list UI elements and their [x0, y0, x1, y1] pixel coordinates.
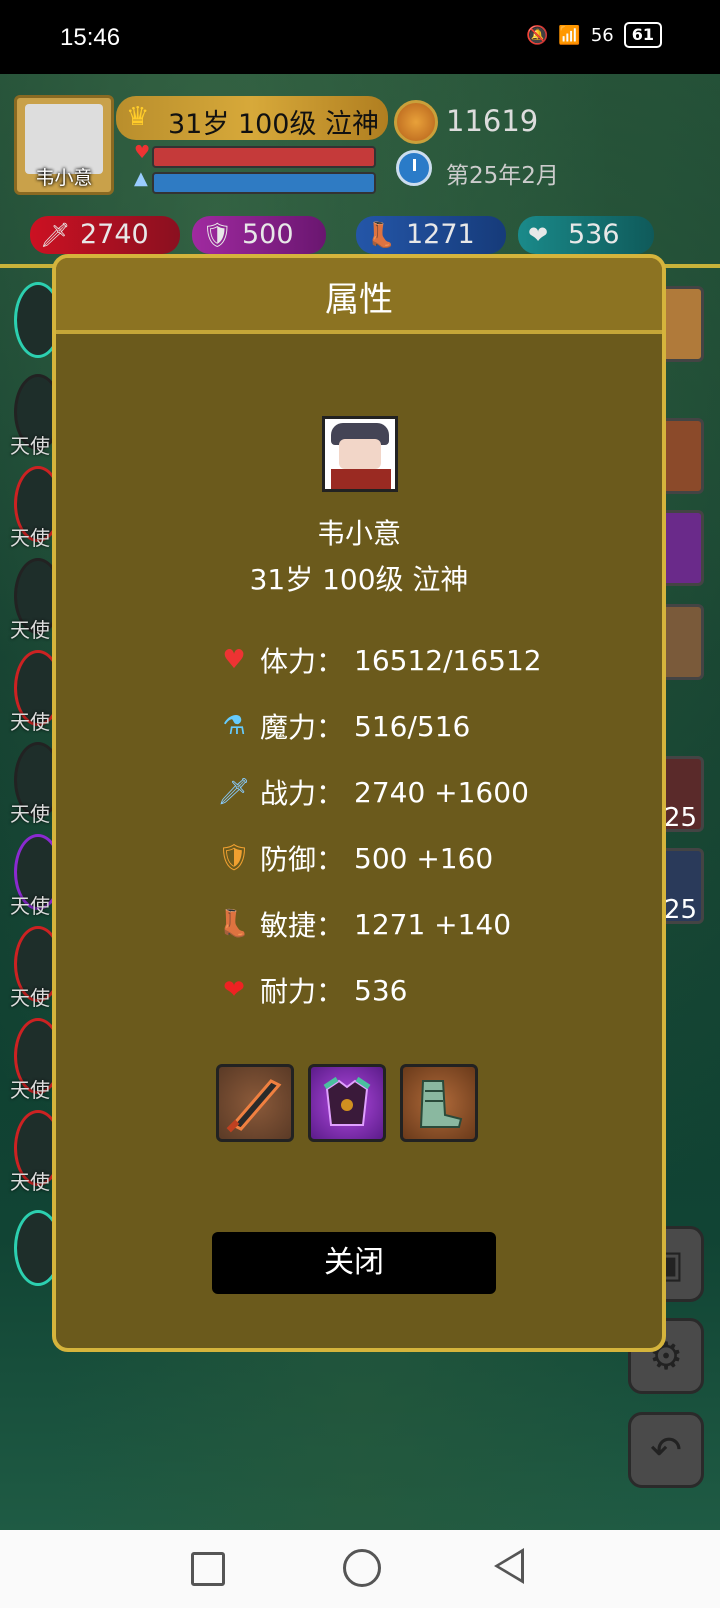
heart-icon: ♥ — [134, 142, 151, 163]
dialog-header: 属性 — [56, 258, 662, 334]
hp-bar — [152, 146, 376, 168]
game-date: 第25年2月 — [446, 163, 559, 189]
attr-label: 战力： — [260, 777, 345, 810]
attr-label: 防御： — [260, 843, 345, 876]
attr-row-mp: ⚗ 魔力： 516/516 — [216, 706, 470, 746]
gold-value: 11619 — [446, 104, 539, 138]
attr-label: 敏捷： — [260, 909, 345, 942]
level-info: 31岁 100级 泣神 — [168, 109, 380, 140]
armor-equip-icon[interactable] — [308, 1064, 386, 1142]
angel-label: 天使 — [10, 802, 50, 826]
avatar-name: 韦小意 — [35, 167, 93, 189]
attr-row-endurance: ❤ 耐力： 536 — [216, 970, 407, 1010]
status-time: 15:46 — [60, 24, 121, 51]
angel-label: 天使 — [10, 710, 50, 734]
angel-label: 天使 — [10, 434, 50, 458]
agility-value: 1271 — [406, 219, 475, 250]
crown-icon: ♛ — [126, 102, 150, 132]
endurance-value: 536 — [568, 219, 620, 250]
sword-equip-icon[interactable] — [216, 1064, 294, 1142]
portrait-head — [339, 439, 381, 469]
attr-value: 16512/16512 — [354, 643, 542, 677]
attr-value: 516/516 — [354, 709, 471, 743]
defense-pill: 🛡 500 — [192, 216, 326, 254]
sword-icon: 🗡 — [217, 777, 251, 807]
angel-label: 天使 — [10, 894, 50, 918]
attr-row-hp: ♥ 体力： 16512/16512 — [216, 640, 542, 680]
clock-icon — [396, 150, 432, 186]
attr-row-defense: 🛡 防御： 500 +160 — [216, 838, 493, 878]
boot-icon: 👢 — [366, 221, 396, 249]
defense-value: 500 — [242, 219, 294, 250]
endurance-pill: ❤ 536 — [518, 216, 654, 254]
boot-icon: 👢 — [217, 909, 251, 939]
shield-icon: 🛡 — [217, 843, 251, 873]
home-icon[interactable] — [343, 1549, 381, 1587]
attr-label: 魔力： — [260, 711, 345, 744]
angel-label: 天使 — [10, 1170, 50, 1194]
back-icon[interactable] — [494, 1548, 524, 1584]
attack-value: 2740 — [80, 219, 149, 250]
angel-label: 天使 — [10, 618, 50, 642]
attr-value: 500 +160 — [354, 841, 494, 875]
attr-value: 536 — [354, 973, 408, 1007]
attribute-dialog: 属性 韦小意 31岁 100级 泣神 ♥ 体力： 16512/16512 ⚗ 魔… — [52, 254, 666, 1352]
attr-label: 耐力： — [260, 975, 345, 1008]
recent-apps-icon[interactable] — [191, 1552, 225, 1586]
sword-icon: 🗡 — [40, 221, 71, 249]
mana-icon: ▲ — [134, 168, 148, 189]
character-portrait — [322, 416, 398, 492]
agility-pill: 👢 1271 — [356, 216, 506, 254]
heart-plus-icon: ❤ — [528, 221, 549, 249]
heart-plus-icon: ❤ — [223, 975, 245, 1005]
attr-value: 2740 +1600 — [354, 775, 529, 809]
angel-label: 天使 — [10, 1078, 50, 1102]
heart-icon: ♥ — [222, 645, 246, 675]
battery-icon: 61 — [623, 22, 662, 48]
shield-icon: 🛡 — [202, 221, 233, 249]
undo-icon[interactable]: ↶ — [628, 1412, 704, 1488]
character-name: 韦小意 — [316, 517, 401, 550]
character-level: 31岁 100级 泣神 — [249, 563, 469, 596]
coin-icon — [394, 100, 438, 144]
mp-bar — [152, 172, 376, 194]
dialog-title: 属性 — [325, 280, 393, 320]
attr-value: 1271 +140 — [354, 907, 512, 941]
attr-row-agility: 👢 敏捷： 1271 +140 — [216, 904, 511, 944]
mana-potion-icon: ⚗ — [222, 711, 246, 741]
network-label: 56 — [590, 24, 614, 46]
attack-pill: 🗡 2740 — [30, 216, 180, 254]
wifi-icon: 📶 — [558, 24, 581, 46]
angel-label: 天使 — [10, 526, 50, 550]
player-avatar[interactable]: 韦小意 — [14, 95, 114, 195]
level-banner: ♛ 31岁 100级 泣神 — [116, 96, 388, 140]
attr-row-attack: 🗡 战力： 2740 +1600 — [216, 772, 529, 812]
attr-label: 体力： — [260, 645, 345, 678]
mute-icon: 🔕 — [525, 24, 549, 46]
angel-label: 天使 — [10, 986, 50, 1010]
nav-bar — [0, 1530, 720, 1608]
status-icons: 🔕 📶 56 61 — [526, 22, 662, 48]
portrait-body — [331, 469, 391, 489]
boots-equip-icon[interactable] — [400, 1064, 478, 1142]
status-bar: 15:46 🔕 📶 56 61 — [0, 0, 720, 74]
close-button[interactable]: 关闭 — [212, 1232, 496, 1294]
